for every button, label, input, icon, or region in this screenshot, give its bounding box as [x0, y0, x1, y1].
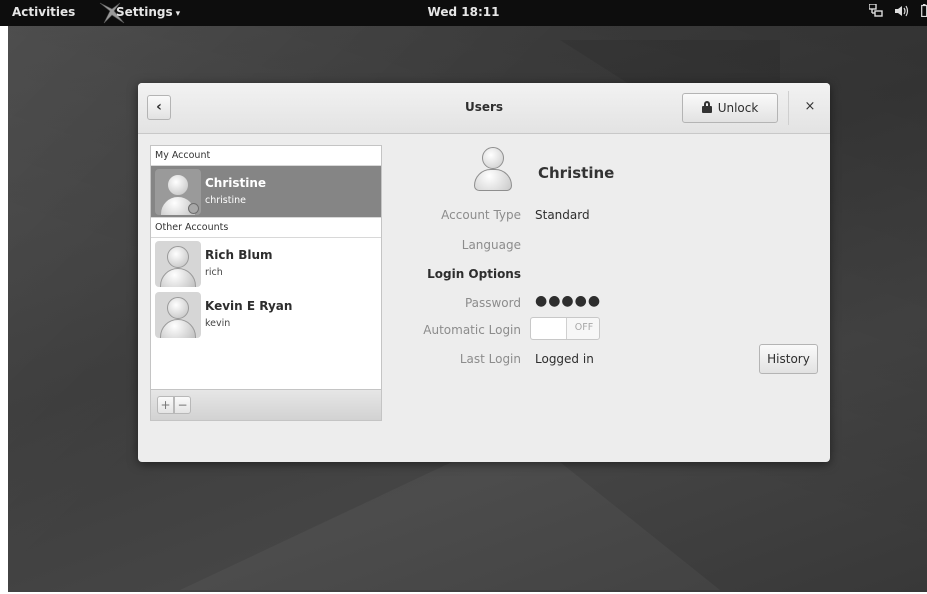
account-username: kevin [205, 318, 231, 329]
password-label: Password [464, 296, 521, 310]
account-name: Rich Blum [205, 248, 273, 262]
history-button[interactable]: History [759, 344, 818, 374]
avatar [155, 292, 201, 338]
volume-icon[interactable] [894, 5, 909, 20]
account-list: My Account Christine christine Other Acc… [150, 145, 382, 421]
avatar [155, 241, 201, 287]
battery-icon[interactable] [921, 4, 927, 20]
close-icon[interactable]: × [802, 99, 818, 115]
unlock-label: Unlock [717, 101, 759, 115]
automatic-login-label: Automatic Login [423, 323, 521, 337]
system-tray[interactable] [867, 3, 927, 22]
login-options-heading: Login Options [427, 267, 521, 281]
screen-edge [0, 26, 8, 594]
account-type-value[interactable]: Standard [535, 208, 590, 222]
remove-user-button[interactable]: − [174, 396, 191, 414]
account-username: christine [205, 195, 246, 206]
other-accounts-header: Other Accounts [151, 217, 381, 238]
header-bar: ‹ Users Unlock × [138, 83, 830, 134]
language-label: Language [461, 238, 521, 252]
account-list-toolbar: + − [151, 389, 381, 420]
switch-state: OFF [574, 322, 594, 333]
automatic-login-switch[interactable]: OFF [530, 317, 600, 340]
last-login-value: Logged in [535, 352, 594, 366]
user-full-name[interactable]: Christine [538, 164, 614, 182]
account-row-christine[interactable]: Christine christine [151, 166, 381, 217]
top-bar: Activities Settings ▾ Wed 18:11 [0, 0, 927, 26]
add-user-button[interactable]: + [157, 396, 174, 414]
password-value[interactable]: ●●●●● [535, 293, 601, 309]
account-name: Christine [205, 176, 267, 190]
switch-knob [531, 318, 567, 339]
account-name: Kevin E Ryan [205, 299, 293, 313]
account-type-label: Account Type [441, 208, 521, 222]
account-row-rich[interactable]: Rich Blum rich [151, 238, 381, 289]
clock[interactable]: Wed 18:11 [0, 5, 927, 19]
header-separator [788, 91, 789, 125]
network-icon[interactable] [867, 3, 883, 20]
account-row-kevin[interactable]: Kevin E Ryan kevin [151, 289, 381, 340]
lock-icon [701, 101, 712, 113]
avatar [155, 169, 201, 215]
account-username: rich [205, 267, 223, 278]
my-account-header: My Account [151, 146, 381, 166]
unlock-button[interactable]: Unlock [682, 93, 778, 123]
users-dialog: ‹ Users Unlock × My Account Christine ch… [138, 83, 830, 462]
user-avatar-button[interactable] [471, 147, 515, 193]
last-login-label: Last Login [459, 352, 521, 366]
status-icon [188, 203, 199, 214]
